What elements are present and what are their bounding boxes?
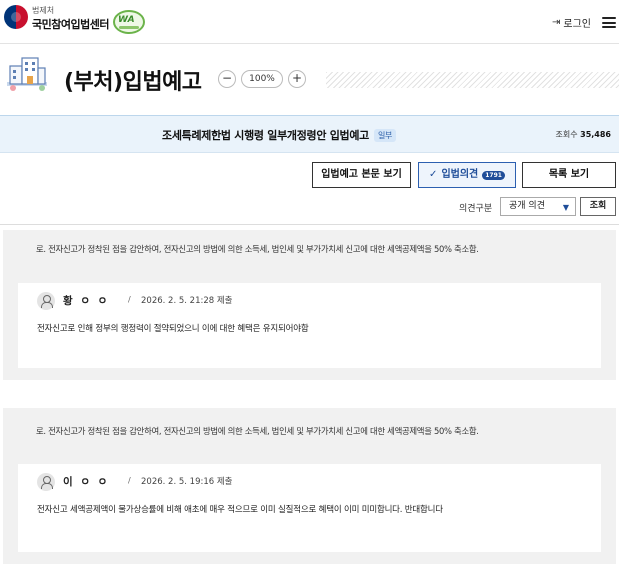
opinion-card: 이 ㅇ ㅇ / 2026. 2. 5. 19:16 제출 전자신고 세액공제액이… (18, 464, 601, 552)
opinion-quote: 로. 전자신고가 정착된 점을 감안하여, 전자신고의 방법에 의한 소득세, … (36, 426, 479, 436)
decorative-hatch (326, 72, 619, 88)
bill-title: 조세특례제한법 시행령 일부개정령안 입법예고 일부 (162, 127, 397, 143)
opinion-date: 2026. 2. 5. 21:28 제출 (141, 296, 233, 306)
list-view-button[interactable]: 목록 보기 (522, 162, 616, 188)
opinion-type-selected: 공개 의견 (509, 201, 545, 211)
site-title[interactable]: 국민참여입법센터 (32, 16, 109, 32)
opinion-type-label: 의견구분 (459, 204, 493, 214)
opinion-text: 전자신고 세액공제액이 물가상승률에 비해 애초에 매우 적으므로 이미 실질적… (37, 505, 443, 515)
bill-body-view-button[interactable]: 입법예고 본문 보기 (312, 162, 411, 188)
bill-type-badge: 일부 (374, 129, 397, 142)
login-label: 로그인 (563, 19, 591, 30)
login-icon: ⇥ (552, 17, 561, 28)
user-avatar-icon (37, 292, 55, 310)
bill-header: 조세특례제한법 시행령 일부개정령안 입법예고 일부 조회수 35,486 (0, 115, 619, 153)
opinion-text: 전자신고로 인해 정부의 행정력이 절약되었으니 이에 대한 혜택은 유지되어야… (37, 324, 309, 334)
opinion-type-select[interactable]: 공개 의견 ▼ (500, 197, 576, 216)
bill-title-text: 조세특례제한법 시행령 일부개정령안 입법예고 (162, 129, 369, 142)
wa-logo-text: WA (118, 15, 135, 25)
opinion-tab-label: 입법의견 (441, 169, 479, 180)
divider (0, 224, 619, 225)
page-title-row: (부처)입법예고 − 100% + (0, 52, 619, 104)
zoom-level: 100% (241, 70, 283, 88)
web-accessibility-logo-icon: WA (113, 10, 145, 34)
user-avatar-icon (37, 473, 55, 491)
opinion-quote: 로. 전자신고가 정착된 점을 감안하여, 전자신고의 방법에 의한 소득세, … (36, 244, 479, 254)
opinion-card: 황 ㅇ ㅇ / 2026. 2. 5. 21:28 제출 전자신고로 인해 정부… (18, 283, 601, 368)
check-icon: ✓ (429, 169, 438, 180)
org-subtitle: 법제처 (32, 6, 55, 15)
search-button[interactable]: 조회 (580, 197, 616, 216)
separator: / (128, 295, 131, 304)
top-header: 법제처 국민참여입법센터 WA ⇥ 로그인 (0, 0, 619, 44)
caret-down-icon: ▼ (562, 203, 569, 212)
gov-emblem-icon[interactable] (4, 5, 28, 29)
building-icon (7, 57, 47, 91)
zoom-out-button[interactable]: − (218, 70, 236, 88)
opinion-count-badge: 1791 (482, 170, 505, 180)
login-button[interactable]: ⇥ 로그인 (552, 15, 591, 30)
view-count: 조회수 35,486 (555, 129, 611, 140)
zoom-in-button[interactable]: + (288, 70, 306, 88)
zoom-control: − 100% + (218, 70, 306, 88)
view-count-value: 35,486 (580, 130, 611, 139)
opinion-item: 로. 전자신고가 정착된 점을 감안하여, 전자신고의 방법에 의한 소득세, … (3, 230, 616, 380)
opinion-author: 황 ㅇ ㅇ (63, 295, 110, 307)
view-count-label: 조회수 (555, 130, 578, 139)
hamburger-menu-icon[interactable] (602, 17, 616, 28)
opinion-tab-button[interactable]: ✓ 입법의견 1791 (418, 162, 516, 188)
opinion-item: 로. 전자신고가 정착된 점을 감안하여, 전자신고의 방법에 의한 소득세, … (3, 408, 616, 564)
opinion-date: 2026. 2. 5. 19:16 제출 (141, 477, 233, 487)
page-title: (부처)입법예고 (64, 70, 202, 95)
separator: / (128, 476, 131, 485)
opinion-author: 이 ㅇ ㅇ (63, 476, 110, 488)
